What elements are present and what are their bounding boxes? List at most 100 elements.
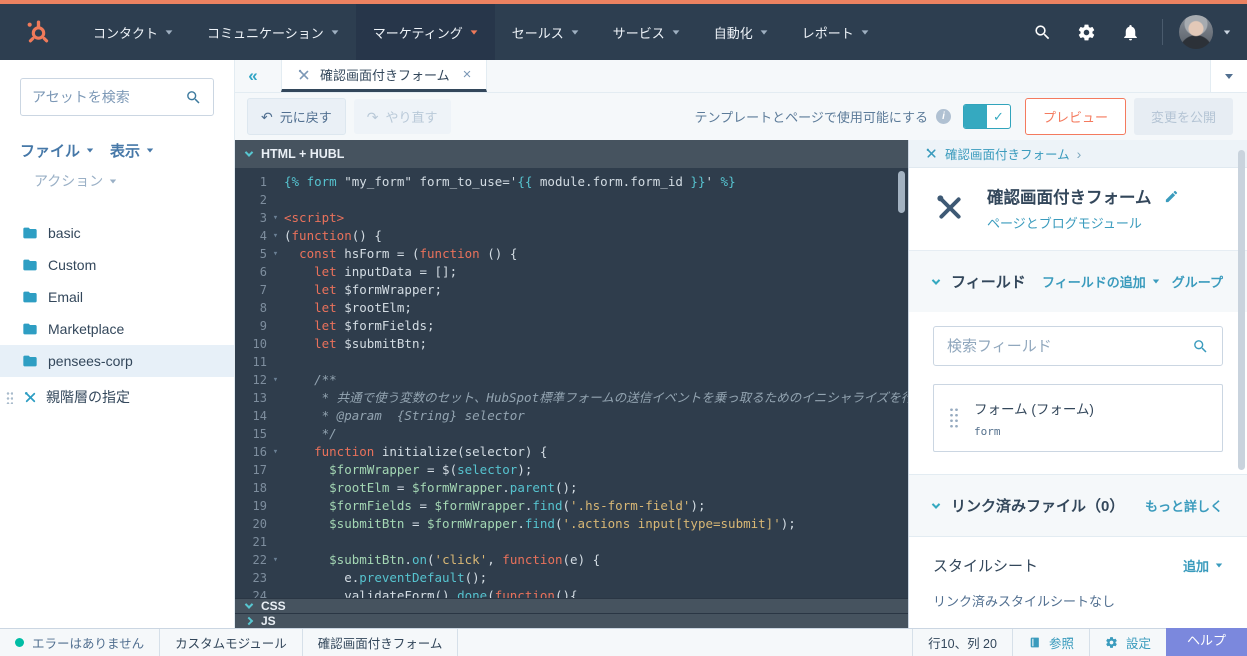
fold-caret-icon[interactable]: ▾ xyxy=(267,443,284,461)
fold-caret-icon[interactable]: ▾ xyxy=(267,245,284,263)
fold-caret-icon xyxy=(267,407,284,425)
inspector-panel: 確認画面付きフォーム › 確認画面付きフォーム ページとブログモジュール xyxy=(908,140,1247,628)
fields-body: フォーム (フォーム) form xyxy=(909,312,1247,474)
field-search-input[interactable] xyxy=(947,338,1192,355)
editor-scrollbar[interactable] xyxy=(898,171,905,213)
add-stylesheet-link[interactable]: 追加 xyxy=(1183,556,1223,575)
nav-item-sales[interactable]: セールス xyxy=(495,4,596,60)
code-line[interactable]: 15 */ xyxy=(235,425,908,443)
fold-caret-icon[interactable]: ▾ xyxy=(267,371,284,389)
section-html-hubl-header[interactable]: HTML + HUBL xyxy=(235,140,908,168)
code-line[interactable]: 24 validateForm().done(function(){ xyxy=(235,587,908,598)
nav-item-reports[interactable]: レポート xyxy=(785,4,886,60)
settings-button[interactable]: 設定 xyxy=(1089,629,1166,656)
code-line[interactable]: 8 let $rootElm; xyxy=(235,299,908,317)
folder-item-basic[interactable]: basic xyxy=(0,217,234,249)
hubspot-logo-icon[interactable] xyxy=(0,4,76,60)
folder-item-marketplace[interactable]: Marketplace xyxy=(0,313,234,345)
group-link[interactable]: グループ xyxy=(1172,272,1223,291)
search-icon xyxy=(185,89,202,106)
folder-list: basicCustomEmailMarketplacepensees-corp xyxy=(0,217,234,377)
code-line[interactable]: 1{% form "my_form" form_to_use='{{ modul… xyxy=(235,173,908,191)
tab-module[interactable]: 確認画面付きフォーム × xyxy=(281,60,487,92)
tab-close-icon[interactable]: × xyxy=(463,66,472,83)
settings-gear-icon[interactable] xyxy=(1064,4,1108,60)
module-type-link[interactable]: ページとブログモジュール xyxy=(987,213,1179,232)
account-menu-caret-icon[interactable] xyxy=(1224,30,1230,34)
code-line[interactable]: 10 let $submitBtn; xyxy=(235,335,908,353)
nav-item-contacts[interactable]: コンタクト xyxy=(76,4,190,60)
code-line[interactable]: 6 let inputData = []; xyxy=(235,263,908,281)
breadcrumb[interactable]: 確認画面付きフォーム › xyxy=(909,140,1247,168)
nav-item-marketing[interactable]: マーケティング xyxy=(356,4,495,60)
code-area[interactable]: 1{% form "my_form" form_to_use='{{ modul… xyxy=(235,168,908,598)
code-line[interactable]: 14 * @param {String} selector xyxy=(235,407,908,425)
caret-down-icon xyxy=(760,30,767,34)
field-item-form[interactable]: フォーム (フォーム) form xyxy=(933,384,1223,452)
fold-caret-icon xyxy=(267,425,284,443)
chevron-down-icon[interactable] xyxy=(932,276,940,284)
add-field-link[interactable]: フィールドの追加 xyxy=(1042,272,1160,291)
line-number: 5 xyxy=(235,245,267,263)
code-line[interactable]: 18 $rootElm = $formWrapper.parent(); xyxy=(235,479,908,497)
info-icon[interactable]: i xyxy=(936,109,951,124)
publish-changes-button[interactable]: 変更を公開 xyxy=(1134,98,1233,135)
tab-overflow-caret[interactable] xyxy=(1210,60,1247,92)
undo-button[interactable]: ↶ 元に戻す xyxy=(247,98,346,135)
reference-button[interactable]: 参照 xyxy=(1012,629,1089,656)
file-menu[interactable]: ファイル xyxy=(20,140,94,161)
code-line[interactable]: 22▾ $submitBtn.on('click', function(e) { xyxy=(235,551,908,569)
status-ok-dot-icon xyxy=(15,638,24,647)
folder-item-custom[interactable]: Custom xyxy=(0,249,234,281)
notifications-bell-icon[interactable] xyxy=(1108,4,1152,60)
code-line[interactable]: 19 $formFields = $formWrapper.find('.hs-… xyxy=(235,497,908,515)
user-avatar[interactable] xyxy=(1179,15,1213,49)
field-search-box[interactable] xyxy=(933,326,1223,366)
collapse-sidebar-button[interactable]: « xyxy=(235,60,271,92)
sidebar-item-parent-module[interactable]: 親階層の指定 xyxy=(0,381,234,413)
search-icon[interactable] xyxy=(1020,4,1064,60)
availability-toggle[interactable]: ✓ xyxy=(963,104,1011,129)
fold-caret-icon xyxy=(267,335,284,353)
fold-caret-icon xyxy=(267,173,284,191)
section-css-header[interactable]: CSS xyxy=(235,598,908,613)
drag-handle-icon[interactable] xyxy=(949,407,959,429)
nav-item-automation[interactable]: 自動化 xyxy=(697,4,785,60)
code-line[interactable]: 23 e.preventDefault(); xyxy=(235,569,908,587)
code-line[interactable]: 2 xyxy=(235,191,908,209)
code-line[interactable]: 3▾<script> xyxy=(235,209,908,227)
code-line[interactable]: 9 let $formFields; xyxy=(235,317,908,335)
asset-search-input[interactable] xyxy=(32,89,185,105)
fold-caret-icon[interactable]: ▾ xyxy=(267,227,284,245)
view-menu[interactable]: 表示 xyxy=(110,140,154,161)
code-line[interactable]: 20 $submitBtn = $formWrapper.find('.acti… xyxy=(235,515,908,533)
code-line[interactable]: 13 * 共通で使う変数のセット、HubSpot標準フォームの送信イベントを乗っ… xyxy=(235,389,908,407)
fold-caret-icon[interactable]: ▾ xyxy=(267,209,284,227)
code-line[interactable]: 17 $formWrapper = $(selector); xyxy=(235,461,908,479)
code-line[interactable]: 5▾ const hsForm = (function () { xyxy=(235,245,908,263)
section-js-header[interactable]: JS xyxy=(235,613,908,628)
code-line[interactable]: 12▾ /** xyxy=(235,371,908,389)
module-tools-icon xyxy=(925,147,938,160)
nav-item-communication[interactable]: コミュニケーション xyxy=(190,4,356,60)
drag-handle-icon[interactable] xyxy=(6,391,13,404)
redo-button[interactable]: ↷ やり直す xyxy=(354,99,451,134)
code-line[interactable]: 21 xyxy=(235,533,908,551)
learn-more-link[interactable]: もっと詳しく xyxy=(1145,496,1223,515)
code-line[interactable]: 16▾ function initialize(selector) { xyxy=(235,443,908,461)
fold-caret-icon[interactable]: ▾ xyxy=(267,551,284,569)
line-number: 12 xyxy=(235,371,267,389)
chevron-down-icon[interactable] xyxy=(932,500,940,508)
preview-button[interactable]: プレビュー xyxy=(1025,98,1126,135)
panel-scrollbar[interactable] xyxy=(1238,150,1245,470)
code-line[interactable]: 7 let $formWrapper; xyxy=(235,281,908,299)
code-line[interactable]: 4▾(function() { xyxy=(235,227,908,245)
fold-caret-icon xyxy=(267,299,284,317)
folder-item-email[interactable]: Email xyxy=(0,281,234,313)
edit-pencil-icon[interactable] xyxy=(1164,189,1179,204)
actions-menu[interactable]: アクション xyxy=(34,171,214,191)
nav-item-service[interactable]: サービス xyxy=(596,4,697,60)
folder-item-pensees-corp[interactable]: pensees-corp xyxy=(0,345,234,377)
code-line[interactable]: 11 xyxy=(235,353,908,371)
asset-search-box[interactable] xyxy=(20,78,214,116)
